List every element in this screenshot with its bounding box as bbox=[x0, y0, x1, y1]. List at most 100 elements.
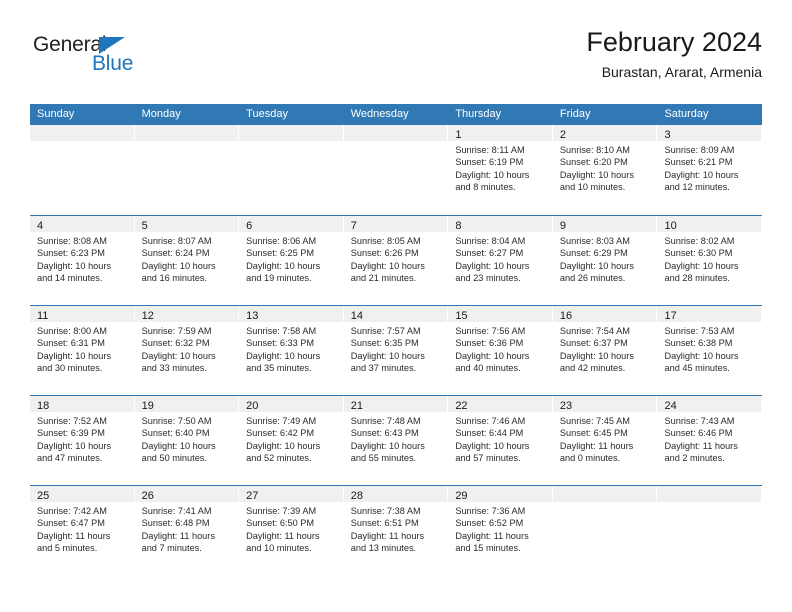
calendar-day-cell[interactable]: 8 Sunrise: 8:04 AM Sunset: 6:27 PM Daylight… bbox=[448, 216, 553, 305]
day-details: Sunrise: 7:52 AM Sunset: 6:39 PM Daylight:… bbox=[30, 412, 135, 465]
day-details: Sunrise: 8:09 AM Sunset: 6:21 PM Daylight:… bbox=[657, 141, 762, 194]
calendar-day-cell[interactable]: 5 Sunrise: 8:07 AM Sunset: 6:24 PM Daylight… bbox=[134, 216, 240, 305]
calendar-day-cell-empty bbox=[343, 125, 449, 215]
daylight-text-line1: Daylight: 11 hours bbox=[37, 530, 111, 541]
calendar-day-cell[interactable]: 15 Sunrise: 7:56 AM Sunset: 6:36 PM Dayligh… bbox=[448, 306, 553, 395]
daylight-text-line2: and 35 minutes. bbox=[246, 363, 312, 374]
calendar-day-cell[interactable]: 17 Sunrise: 7:53 AM Sunset: 6:38 PM Dayligh… bbox=[657, 306, 762, 395]
sunrise-text: Sunrise: 8:03 AM bbox=[559, 236, 630, 246]
day-number-band: 14 bbox=[343, 306, 448, 322]
page-title: February 2024 bbox=[586, 27, 762, 57]
general-blue-logo[interactable]: General Blue bbox=[33, 34, 163, 84]
sunset-text: Sunset: 6:37 PM bbox=[559, 338, 628, 349]
daylight-text-line2: and 57 minutes. bbox=[455, 453, 521, 464]
calendar-day-cell[interactable]: 18 Sunrise: 7:52 AM Sunset: 6:39 PM Dayligh… bbox=[30, 396, 135, 485]
calendar-day-cell[interactable]: 26 Sunrise: 7:41 AM Sunset: 6:48 PM Dayligh… bbox=[134, 486, 240, 575]
day-number: 12 bbox=[141, 310, 154, 322]
calendar-day-cell[interactable]: 29 Sunrise: 7:36 AM Sunset: 6:52 PM Dayligh… bbox=[448, 486, 553, 575]
sunrise-text: Sunrise: 7:42 AM bbox=[37, 506, 107, 516]
day-number-band bbox=[657, 486, 762, 502]
day-number: 21 bbox=[350, 400, 363, 412]
day-number-band: 24 bbox=[657, 396, 762, 412]
daylight-text-line1: Daylight: 10 hours bbox=[559, 169, 634, 180]
day-number: 19 bbox=[141, 400, 154, 412]
daylight-text-line1: Daylight: 10 hours bbox=[246, 440, 321, 451]
daylight-text-line2: and 0 minutes. bbox=[559, 453, 621, 464]
calendar-day-cell[interactable]: 1 Sunrise: 8:11 AM Sunset: 6:19 PM Daylight… bbox=[448, 125, 553, 215]
day-details: Sunrise: 8:00 AM Sunset: 6:31 PM Daylight:… bbox=[30, 322, 135, 375]
daylight-text-line2: and 23 minutes. bbox=[455, 273, 521, 284]
calendar-weeks: 1 Sunrise: 8:11 AM Sunset: 6:19 PM Daylight… bbox=[30, 125, 762, 575]
weekday-header-sunday: Sunday bbox=[37, 108, 75, 120]
daylight-text-line2: and 33 minutes. bbox=[141, 363, 207, 374]
calendar-week-row: 11 Sunrise: 8:00 AM Sunset: 6:31 PM Dayligh… bbox=[30, 305, 762, 395]
calendar-day-cell[interactable]: 9 Sunrise: 8:03 AM Sunset: 6:29 PM Daylight… bbox=[552, 216, 658, 305]
day-number-band: 28 bbox=[343, 486, 448, 502]
calendar-day-cell[interactable]: 25 Sunrise: 7:42 AM Sunset: 6:47 PM Dayligh… bbox=[30, 486, 135, 575]
calendar-day-cell[interactable]: 3 Sunrise: 8:09 AM Sunset: 6:21 PM Daylight… bbox=[657, 125, 762, 215]
day-details: Sunrise: 7:41 AM Sunset: 6:48 PM Daylight:… bbox=[135, 502, 240, 555]
sunrise-text: Sunrise: 7:49 AM bbox=[246, 416, 317, 426]
calendar-day-cell[interactable]: 12 Sunrise: 7:59 AM Sunset: 6:32 PM Dayligh… bbox=[134, 306, 240, 395]
sunrise-text: Sunrise: 7:38 AM bbox=[350, 506, 421, 516]
sunrise-text: Sunrise: 8:04 AM bbox=[455, 236, 526, 246]
day-number: 23 bbox=[559, 400, 573, 412]
calendar-day-cell[interactable]: 2 Sunrise: 8:10 AM Sunset: 6:20 PM Daylight… bbox=[552, 125, 658, 215]
sunrise-text: Sunrise: 8:07 AM bbox=[141, 236, 212, 246]
day-number-band: 16 bbox=[552, 306, 657, 322]
sunrise-text: Sunrise: 8:00 AM bbox=[37, 326, 107, 336]
calendar-day-cell[interactable]: 28 Sunrise: 7:38 AM Sunset: 6:51 PM Dayligh… bbox=[343, 486, 449, 575]
calendar-day-cell[interactable]: 14 Sunrise: 7:57 AM Sunset: 6:35 PM Dayligh… bbox=[343, 306, 449, 395]
daylight-text-line2: and 55 minutes. bbox=[350, 453, 417, 464]
calendar-day-cell-empty bbox=[134, 125, 240, 215]
calendar-day-cell[interactable]: 10 Sunrise: 8:02 AM Sunset: 6:30 PM Dayligh… bbox=[657, 216, 762, 305]
daylight-text-line1: Daylight: 10 hours bbox=[455, 440, 530, 451]
sunset-text: Sunset: 6:31 PM bbox=[37, 338, 105, 349]
day-number: 7 bbox=[350, 220, 357, 232]
calendar-day-cell[interactable]: 23 Sunrise: 7:45 AM Sunset: 6:45 PM Dayligh… bbox=[552, 396, 658, 485]
calendar-day-cell[interactable]: 11 Sunrise: 8:00 AM Sunset: 6:31 PM Dayligh… bbox=[30, 306, 135, 395]
sunrise-text: Sunrise: 7:53 AM bbox=[664, 326, 735, 336]
logo-text-blue: Blue bbox=[92, 52, 134, 75]
weekday-header-wednesday: Wednesday bbox=[350, 108, 409, 120]
calendar-day-cell-empty bbox=[30, 125, 135, 215]
calendar-week-row: 4 Sunrise: 8:08 AM Sunset: 6:23 PM Daylight… bbox=[30, 215, 762, 305]
day-number: 29 bbox=[455, 490, 468, 502]
calendar-day-cell[interactable]: 27 Sunrise: 7:39 AM Sunset: 6:50 PM Dayligh… bbox=[239, 486, 344, 575]
day-details: Sunrise: 8:02 AM Sunset: 6:30 PM Daylight:… bbox=[657, 232, 762, 285]
calendar-week-row: 18 Sunrise: 7:52 AM Sunset: 6:39 PM Dayligh… bbox=[30, 395, 762, 485]
day-number-band: 12 bbox=[134, 306, 239, 322]
day-number: 6 bbox=[246, 220, 253, 232]
calendar-day-cell[interactable]: 16 Sunrise: 7:54 AM Sunset: 6:37 PM Dayligh… bbox=[552, 306, 658, 395]
calendar-day-cell[interactable]: 19 Sunrise: 7:50 AM Sunset: 6:40 PM Dayligh… bbox=[134, 396, 240, 485]
daylight-text-line2: and 7 minutes. bbox=[141, 543, 202, 554]
daylight-text-line1: Daylight: 11 hours bbox=[246, 530, 320, 541]
calendar-day-cell[interactable]: 21 Sunrise: 7:48 AM Sunset: 6:43 PM Dayligh… bbox=[343, 396, 449, 485]
calendar-day-cell[interactable]: 22 Sunrise: 7:46 AM Sunset: 6:44 PM Dayligh… bbox=[448, 396, 553, 485]
weekday-header-tuesday: Tuesday bbox=[246, 108, 288, 120]
day-details: Sunrise: 7:39 AM Sunset: 6:50 PM Daylight:… bbox=[239, 502, 344, 555]
sunrise-text: Sunrise: 7:56 AM bbox=[455, 326, 526, 336]
day-number-band: 11 bbox=[30, 306, 134, 322]
sunrise-text: Sunrise: 7:52 AM bbox=[37, 416, 107, 426]
calendar-day-cell[interactable]: 20 Sunrise: 7:49 AM Sunset: 6:42 PM Dayligh… bbox=[239, 396, 344, 485]
calendar-day-cell[interactable]: 24 Sunrise: 7:43 AM Sunset: 6:46 PM Dayligh… bbox=[657, 396, 762, 485]
day-number-band bbox=[134, 125, 239, 141]
daylight-text-line2: and 26 minutes. bbox=[559, 273, 626, 284]
sunset-text: Sunset: 6:38 PM bbox=[664, 338, 733, 349]
calendar-day-cell[interactable]: 7 Sunrise: 8:05 AM Sunset: 6:26 PM Daylight… bbox=[343, 216, 449, 305]
calendar-day-cell[interactable]: 6 Sunrise: 8:06 AM Sunset: 6:25 PM Daylight… bbox=[239, 216, 344, 305]
sunset-text: Sunset: 6:21 PM bbox=[664, 157, 733, 168]
daylight-text-line1: Daylight: 10 hours bbox=[455, 260, 530, 271]
sunrise-text: Sunrise: 7:59 AM bbox=[141, 326, 212, 336]
daylight-text-line2: and 42 minutes. bbox=[559, 363, 626, 374]
weekday-header-row: Sunday Monday Tuesday Wednesday Thursday… bbox=[30, 104, 762, 125]
day-number-band: 19 bbox=[134, 396, 239, 412]
calendar-day-cell[interactable]: 13 Sunrise: 7:58 AM Sunset: 6:33 PM Dayligh… bbox=[239, 306, 344, 395]
day-details: Sunrise: 7:57 AM Sunset: 6:35 PM Daylight:… bbox=[344, 322, 449, 375]
daylight-text-line1: Daylight: 11 hours bbox=[141, 530, 215, 541]
day-number-band: 22 bbox=[448, 396, 552, 412]
daylight-text-line2: and 12 minutes. bbox=[664, 182, 730, 193]
calendar-day-cell[interactable]: 4 Sunrise: 8:08 AM Sunset: 6:23 PM Daylight… bbox=[30, 216, 135, 305]
day-details: Sunrise: 7:50 AM Sunset: 6:40 PM Daylight:… bbox=[135, 412, 240, 465]
